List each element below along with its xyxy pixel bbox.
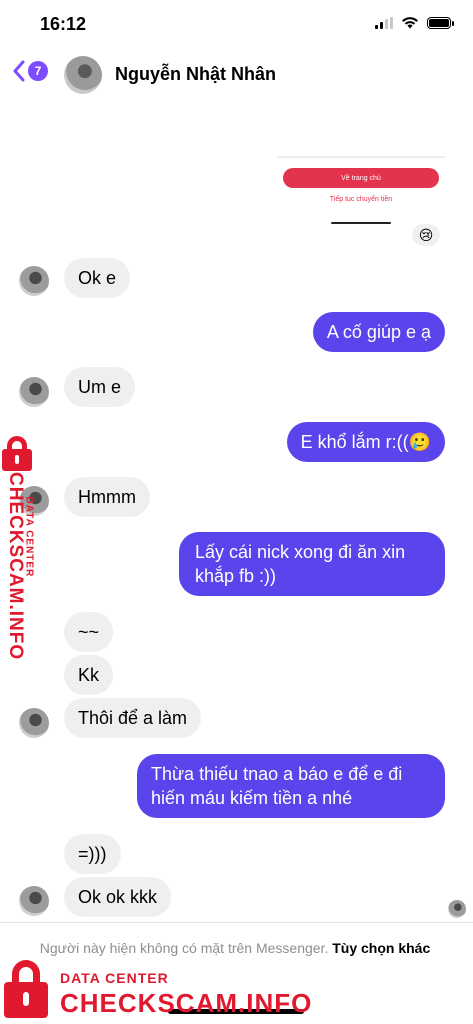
status-bar: 16:12 xyxy=(0,0,473,48)
sender-avatar[interactable] xyxy=(19,377,49,407)
unread-count-badge: 7 xyxy=(28,61,48,81)
message-incoming[interactable]: Ok e xyxy=(64,258,131,298)
contact-avatar[interactable] xyxy=(64,56,102,94)
wifi-icon xyxy=(402,17,418,29)
unavailable-notice-text: Người này hiện không có mặt trên Messeng… xyxy=(39,940,329,956)
sender-avatar[interactable] xyxy=(19,266,49,296)
message-incoming[interactable]: ~~ xyxy=(64,612,114,652)
message-outgoing[interactable]: E khổ lắm r:((🥲 xyxy=(286,422,445,462)
lock-icon xyxy=(2,436,32,471)
watermark-side-title: CHECKSCAM.INFO xyxy=(5,472,26,661)
chat-header: 7 Nguyễn Nhật Nhân xyxy=(0,50,473,102)
more-options-link[interactable]: Tùy chọn khác xyxy=(332,940,430,956)
shared-image-continue-link: Tiếp tục chuyển tiền xyxy=(329,196,393,203)
shared-image-home-button: Về trang chủ xyxy=(283,168,439,188)
cellular-signal-icon xyxy=(375,16,393,29)
divider xyxy=(0,922,473,923)
contact-name[interactable]: Nguyễn Nhật Nhân xyxy=(115,64,276,85)
message-incoming[interactable]: Hmmm xyxy=(64,477,150,517)
watermark-bottom: DATA CENTER CHECKSCAM.INFO xyxy=(4,960,311,1020)
message-incoming[interactable]: Ok ok kkk xyxy=(64,877,172,917)
watermark-bottom-title: CHECKSCAM.INFO xyxy=(60,988,313,1018)
message-reaction[interactable]: 😢 xyxy=(412,224,440,246)
status-time: 16:12 xyxy=(40,14,87,34)
message-incoming[interactable]: =))) xyxy=(64,834,121,874)
shared-image-home-indicator xyxy=(331,222,391,224)
chevron-left-icon xyxy=(13,60,25,82)
message-incoming[interactable]: Thôi để a làm xyxy=(64,698,202,738)
message-outgoing[interactable]: Lấy cái nick xong đi ăn xin khắp fb :)) xyxy=(179,532,445,596)
status-icons xyxy=(375,16,454,29)
shared-image[interactable]: Về trang chủ Tiếp tục chuyển tiền xyxy=(277,156,445,228)
watermark-bottom-subtitle: DATA CENTER xyxy=(60,970,169,986)
shared-image-divider xyxy=(277,156,445,158)
sender-avatar[interactable] xyxy=(19,708,49,738)
message-incoming[interactable]: Kk xyxy=(64,655,114,695)
watermark-side: DATA CENTER CHECKSCAM.INFO xyxy=(2,436,50,666)
sender-avatar[interactable] xyxy=(19,886,49,916)
battery-icon xyxy=(427,16,454,29)
back-button[interactable]: 7 xyxy=(12,60,48,82)
lock-icon xyxy=(4,960,48,1020)
message-incoming[interactable]: Um e xyxy=(64,367,136,407)
unavailable-notice: Người này hiện không có mặt trên Messeng… xyxy=(30,938,440,958)
message-outgoing[interactable]: A cố giúp e ạ xyxy=(312,312,445,352)
message-outgoing[interactable]: Thừa thiếu tnao a báo e để e đi hiến máu… xyxy=(137,754,445,818)
seen-indicator-avatar xyxy=(448,900,466,918)
